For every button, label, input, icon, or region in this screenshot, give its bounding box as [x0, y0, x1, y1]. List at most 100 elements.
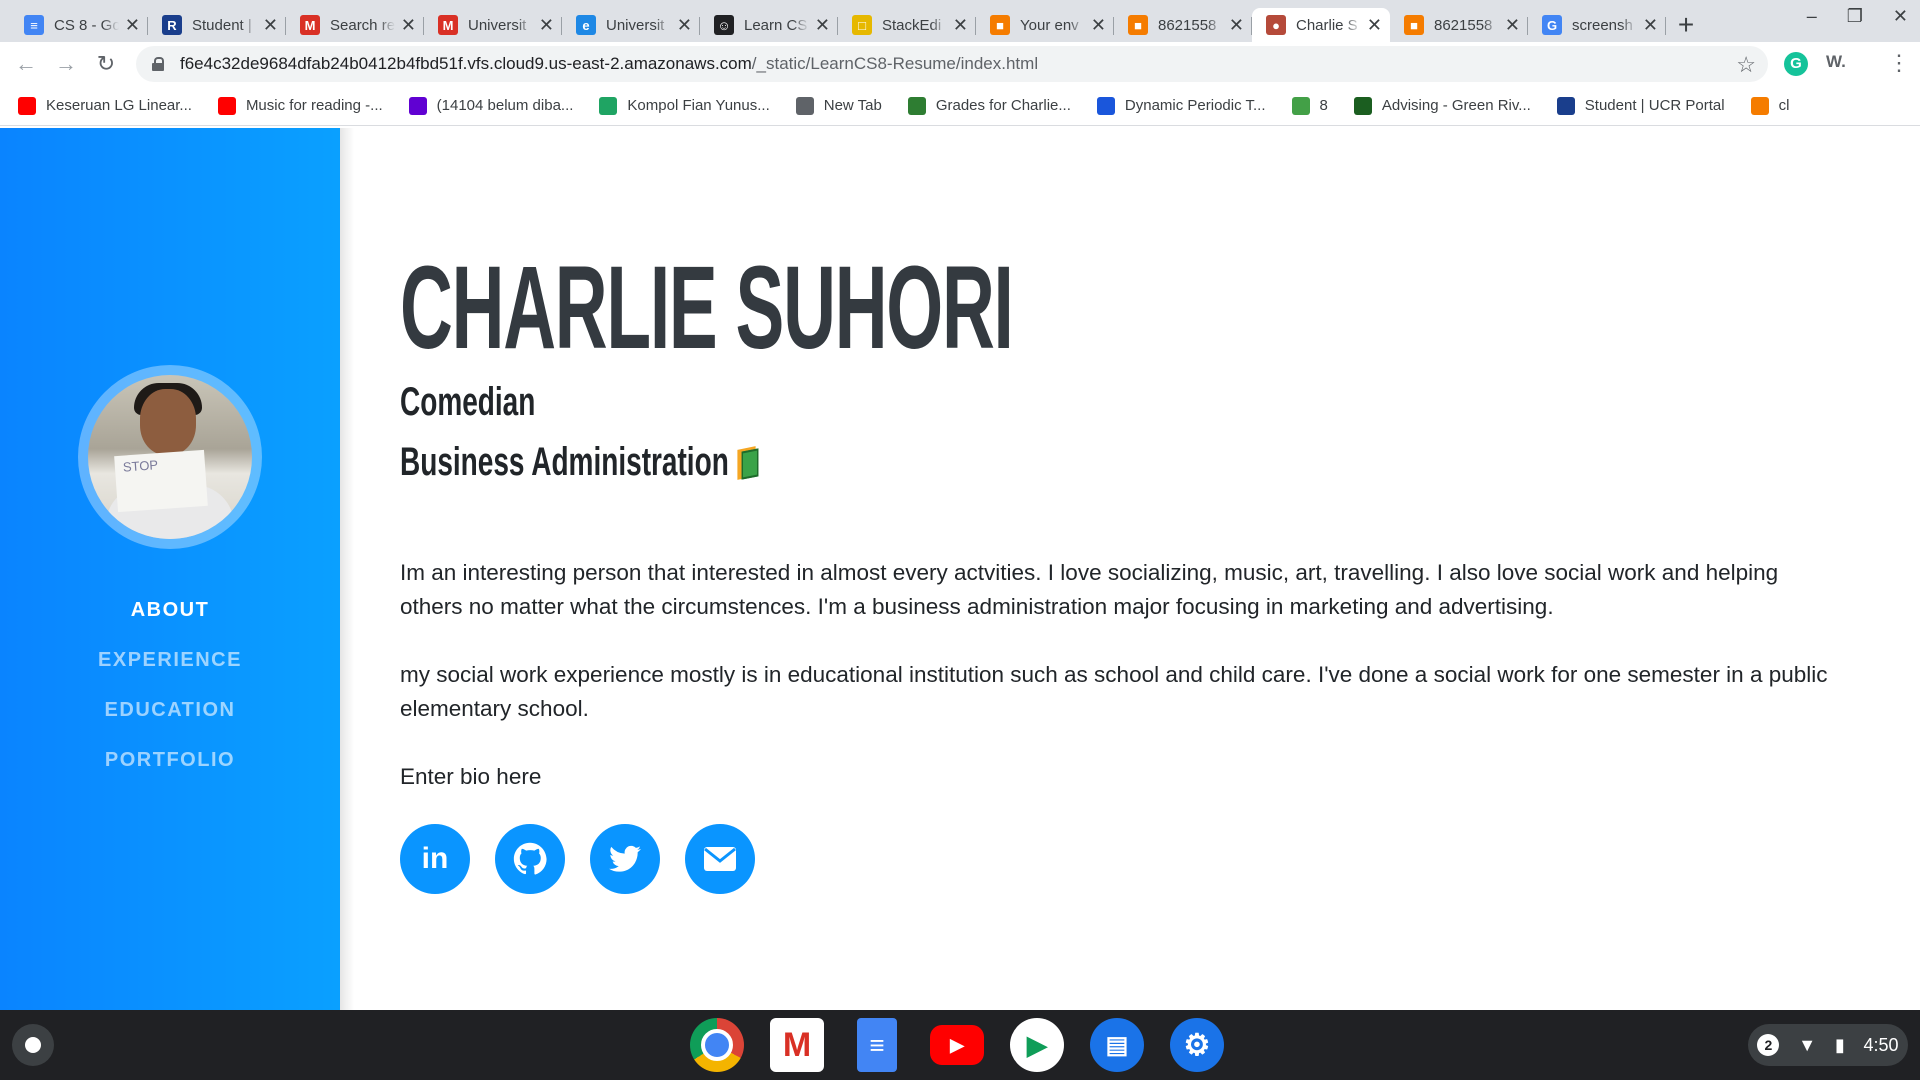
youtube-icon: [217, 96, 236, 115]
advising-icon: [1353, 96, 1372, 115]
play-store-app-icon[interactable]: ▶: [1010, 1018, 1064, 1072]
chrome-app-icon[interactable]: [690, 1018, 744, 1072]
wifi-icon: ▼: [1798, 1034, 1817, 1055]
tab-5[interactable]: ☺ Learn CS ✕: [700, 8, 838, 42]
tab-6[interactable]: □ StackEdi ✕: [838, 8, 976, 42]
cube-icon: ■: [1128, 15, 1148, 35]
tab-0[interactable]: ≡ CS 8 - Go ✕: [10, 8, 148, 42]
subtitle-major: Business Administration: [400, 440, 760, 485]
menu-kebab-icon[interactable]: ⋮: [1888, 50, 1910, 76]
r-icon: R: [162, 15, 182, 35]
grades-icon: [907, 96, 926, 115]
bookmark-0[interactable]: Keseruan LG Linear...: [18, 96, 192, 115]
email-button[interactable]: [685, 824, 755, 894]
minimize-icon[interactable]: –: [1807, 6, 1817, 27]
bio-paragraph-2: my social work experience mostly is in e…: [400, 662, 1828, 721]
bookmark-6[interactable]: Dynamic Periodic T...: [1096, 96, 1266, 115]
nav-item-experience[interactable]: EXPERIENCE: [0, 640, 340, 690]
reload-icon[interactable]: ↻: [86, 51, 126, 77]
back-icon[interactable]: ←: [6, 51, 46, 77]
bookmark-8[interactable]: Advising - Green Riv...: [1353, 96, 1531, 115]
address-bar[interactable]: f6e4c32de9684dfab24b0412b4fbd51f.vfs.clo…: [136, 46, 1768, 82]
twitter-icon: [609, 845, 641, 872]
docs-app-icon[interactable]: ≡: [857, 1018, 897, 1072]
tab-7[interactable]: ■ Your env ✕: [976, 8, 1114, 42]
github-button[interactable]: [495, 824, 565, 894]
tab-title: screensh: [1572, 16, 1633, 34]
triangle-icon: [1291, 96, 1310, 115]
tab-11[interactable]: Gscreensh ✕: [1528, 8, 1666, 42]
tab-close-icon[interactable]: ✕: [677, 15, 692, 36]
tab-1[interactable]: R Student | ✕: [148, 8, 286, 42]
tab-close-icon[interactable]: ✕: [1505, 15, 1520, 36]
grammarly-extension-icon[interactable]: G: [1784, 52, 1808, 76]
bookmark-2[interactable]: (14104 belum diba...: [408, 96, 573, 115]
gmail-icon: M: [438, 15, 458, 35]
bookmark-label: Music for reading -...: [245, 97, 383, 114]
tab-4[interactable]: e Universit ✕: [562, 8, 700, 42]
bookmark-label: 8: [1319, 97, 1328, 114]
bookmark-10[interactable]: cl: [1750, 96, 1789, 115]
new-tab-button[interactable]: +: [1666, 8, 1706, 42]
nav-item-education[interactable]: EDUCATION: [0, 690, 340, 740]
forward-icon[interactable]: →: [46, 51, 86, 77]
close-window-icon[interactable]: ✕: [1893, 6, 1908, 27]
bookmark-4[interactable]: New Tab: [795, 96, 882, 115]
tab-3[interactable]: M Universit ✕: [424, 8, 562, 42]
window-controls: – ❐ ✕: [1807, 6, 1908, 27]
bookmark-3[interactable]: Kompol Fian Yunus...: [599, 96, 770, 115]
bookmark-label: Keseruan LG Linear...: [46, 97, 192, 114]
tab-close-icon[interactable]: ✕: [125, 15, 140, 36]
bookmarks-bar: Keseruan LG Linear... Music for reading -…: [0, 86, 1920, 126]
tab-list: ≡ CS 8 - Go ✕ R Student | ✕ M Search re ✕ M Univer…: [0, 8, 1666, 42]
globe-icon: [795, 96, 814, 115]
tab-close-icon[interactable]: ✕: [263, 15, 278, 36]
tab-close-icon[interactable]: ✕: [401, 15, 416, 36]
bookmark-5[interactable]: Grades for Charlie...: [907, 96, 1071, 115]
linkedin-button[interactable]: in: [400, 824, 470, 894]
messages-app-icon[interactable]: ▤: [1090, 1018, 1144, 1072]
bookmark-7[interactable]: 8: [1291, 96, 1328, 115]
bookmark-star-icon[interactable]: ☆: [1736, 52, 1756, 78]
tab-close-icon[interactable]: ✕: [1091, 15, 1106, 36]
globe-icon: e: [576, 15, 596, 35]
subtitle-role: Comedian: [400, 380, 536, 424]
settings-app-icon[interactable]: ⚙: [1170, 1018, 1224, 1072]
mail-icon: [408, 96, 427, 115]
tab-2[interactable]: M Search re ✕: [286, 8, 424, 42]
bookmark-1[interactable]: Music for reading -...: [217, 96, 383, 115]
tab-close-icon[interactable]: ✕: [1643, 15, 1658, 36]
launcher-button[interactable]: [12, 1024, 54, 1066]
tab-title: StackEdi: [882, 16, 942, 34]
nav-item-about[interactable]: ABOUT: [0, 590, 340, 640]
lock-icon[interactable]: [152, 57, 164, 71]
gmail-app-icon[interactable]: M: [770, 1018, 824, 1072]
nav-item-portfolio[interactable]: PORTFOLIO: [0, 740, 340, 790]
gmail-icon: M: [300, 15, 320, 35]
subtitle-major-text: Business Administration: [400, 440, 729, 484]
w-extension-icon[interactable]: W.: [1826, 52, 1846, 72]
social-links: in: [400, 824, 755, 894]
sidebar: [0, 128, 340, 1010]
tab-title: Universit: [468, 16, 527, 34]
linkedin-icon: in: [421, 842, 449, 875]
tab-close-icon[interactable]: ✕: [953, 15, 968, 36]
tab-close-icon[interactable]: ✕: [1229, 15, 1244, 36]
bookmark-9[interactable]: Student | UCR Portal: [1556, 96, 1725, 115]
photo-sign: STOP: [114, 449, 208, 513]
tab-title: 8621558: [1158, 16, 1217, 34]
twitter-button[interactable]: [590, 824, 660, 894]
restore-icon[interactable]: ❐: [1847, 6, 1863, 27]
tab-8[interactable]: ■ 8621558 ✕: [1114, 8, 1252, 42]
tab-title: Learn CS: [744, 16, 808, 34]
url-text[interactable]: f6e4c32de9684dfab24b0412b4fbd51f.vfs.clo…: [180, 54, 1038, 74]
tab-9[interactable]: ● Charlie S ✕: [1252, 8, 1390, 42]
tab-close-icon[interactable]: ✕: [539, 15, 554, 36]
email-icon: [704, 847, 736, 871]
tab-10[interactable]: ■ 8621558 ✕: [1390, 8, 1528, 42]
tab-close-icon[interactable]: ✕: [815, 15, 830, 36]
youtube-app-icon[interactable]: ▶: [930, 1025, 984, 1065]
tab-close-icon[interactable]: ✕: [1367, 15, 1382, 36]
bookmark-label: Kompol Fian Yunus...: [627, 97, 770, 114]
status-tray[interactable]: 2 ▼ ▮ 4:50: [1748, 1024, 1908, 1066]
